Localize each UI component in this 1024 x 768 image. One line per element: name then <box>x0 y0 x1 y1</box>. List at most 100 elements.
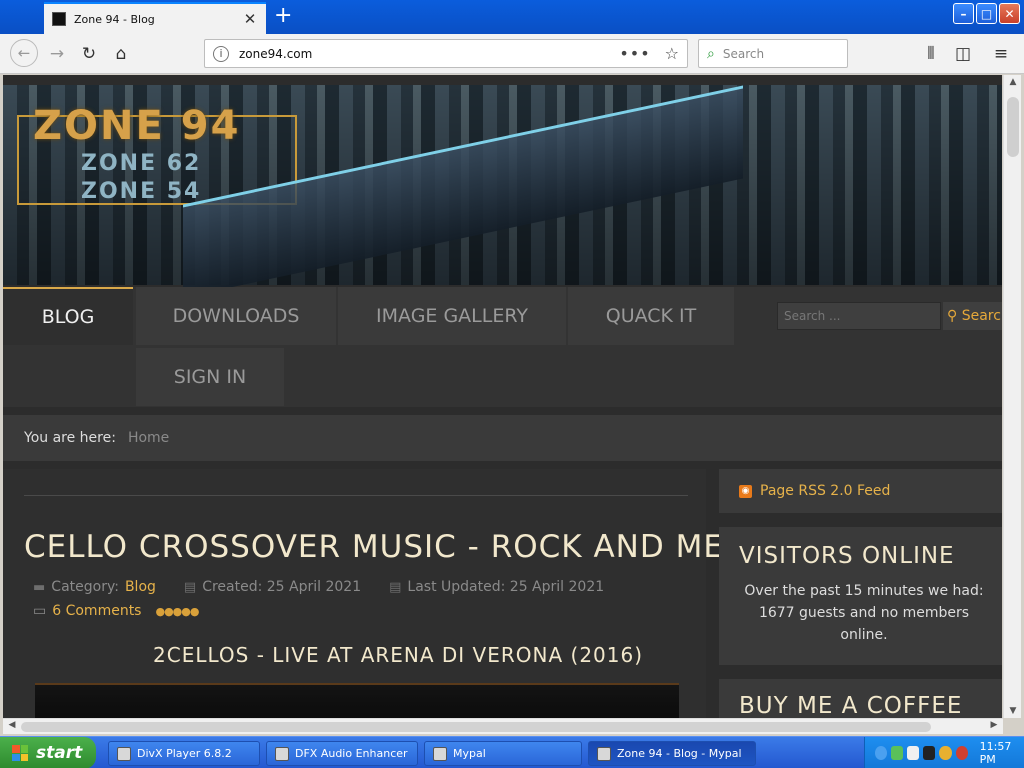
folder-icon: ▬ <box>33 579 46 595</box>
site-navigation: BLOG DOWNLOADS IMAGE GALLERY QUACK IT SI… <box>3 287 1002 407</box>
browser-tab[interactable]: Zone 94 - Blog ✕ <box>44 2 266 34</box>
windows-logo-icon <box>12 745 28 761</box>
hamburger-menu-icon[interactable]: ≡ <box>988 42 1014 66</box>
horizontal-scrollbar[interactable]: ◀ ▶ <box>3 718 1003 734</box>
tab-title: Zone 94 - Blog <box>74 12 155 26</box>
nav-item-blog[interactable]: BLOG <box>3 287 133 345</box>
tray-volume-icon[interactable] <box>955 746 968 760</box>
site-favicon-icon <box>52 12 66 26</box>
rss-label: Page RSS 2.0 Feed <box>760 483 891 499</box>
vertical-scrollbar[interactable]: ▲ ▼ <box>1003 75 1021 718</box>
window-controls: – □ ✕ <box>953 3 1020 24</box>
calendar-icon: ▤ <box>183 579 197 595</box>
scroll-left-arrow-icon[interactable]: ◀ <box>3 720 21 730</box>
tray-chevron-icon[interactable] <box>875 746 888 760</box>
logo-subtitle-2: ZONE 54 <box>81 179 202 204</box>
article-title[interactable]: CELLO CROSSOVER MUSIC - ROCK AND METAL <box>24 529 782 565</box>
task-label: DFX Audio Enhancer <box>295 747 408 760</box>
site-search-button-label: Search <box>961 308 1002 324</box>
task-divx-player[interactable]: DivX Player 6.8.2 <box>108 741 260 766</box>
mypal-active-icon <box>597 746 611 761</box>
coffee-title: BUY ME A COFFEE <box>739 693 963 718</box>
dfx-icon <box>275 746 289 761</box>
article-meta-secondary: ▭ 6 Comments ●●●●● <box>33 603 199 619</box>
tray-app-icon[interactable] <box>907 746 920 760</box>
address-bar[interactable]: i zone94.com ••• ☆ <box>204 39 688 68</box>
task-mypal[interactable]: Mypal <box>424 741 582 766</box>
site-search-button[interactable]: ⚲ Search <box>943 302 1002 330</box>
page-actions-icon[interactable]: ••• <box>619 44 650 63</box>
site-search-input[interactable] <box>777 302 941 330</box>
maximize-button[interactable]: □ <box>976 3 997 24</box>
comment-icon: ▭ <box>33 603 47 619</box>
system-clock[interactable]: 11:57 PM <box>980 740 1024 766</box>
mypal-icon <box>433 746 447 761</box>
sidebar-toggle-icon[interactable]: ◫ <box>950 42 976 66</box>
browser-toolbar: ← → ↻ ⌂ i zone94.com ••• ☆ ⌕ ⫴ ◫ ≡ <box>0 34 1024 74</box>
url-text[interactable]: zone94.com <box>239 47 619 61</box>
start-button[interactable]: start <box>0 737 96 768</box>
vertical-scroll-thumb[interactable] <box>1007 97 1019 157</box>
browser-search-box[interactable]: ⌕ <box>698 39 848 68</box>
visitors-online-module: VISITORS ONLINE Over the past 15 minutes… <box>719 527 1002 665</box>
updated-date: Last Updated: 25 April 2021 <box>407 579 605 595</box>
visitors-text: Over the past 15 minutes we had: 1677 gu… <box>744 583 984 643</box>
task-label: Mypal <box>453 747 486 760</box>
bookmark-star-icon[interactable]: ☆ <box>665 44 679 63</box>
content-divider <box>24 495 688 496</box>
comments-link[interactable]: 6 Comments <box>52 603 141 619</box>
tray-network-icon[interactable] <box>891 746 904 760</box>
site-banner-image: ZONE 94 ZONE 62 ZONE 54 <box>3 85 1002 285</box>
rating-stars[interactable]: ●●●●● <box>155 605 199 618</box>
article-main: CELLO CROSSOVER MUSIC - ROCK AND METAL ▬… <box>3 469 781 718</box>
breadcrumb-home-link[interactable]: Home <box>128 430 169 446</box>
category-link[interactable]: Blog <box>125 579 156 595</box>
back-arrow-icon[interactable]: ← <box>10 39 38 67</box>
reload-icon[interactable]: ↻ <box>76 42 102 66</box>
tray-shield-icon[interactable] <box>939 746 952 760</box>
scroll-right-arrow-icon[interactable]: ▶ <box>985 720 1003 730</box>
forward-arrow-icon[interactable]: → <box>44 42 70 66</box>
task-label: DivX Player 6.8.2 <box>137 747 232 760</box>
breadcrumb-label: You are here: <box>24 430 116 446</box>
site-logo[interactable]: ZONE 94 <box>33 103 240 149</box>
browser-search-input[interactable] <box>722 46 823 61</box>
logo-subtitle-1: ZONE 62 <box>81 151 202 176</box>
home-icon[interactable]: ⌂ <box>108 42 134 66</box>
rss-icon: ◉ <box>739 484 752 498</box>
breadcrumb: You are here: Home <box>3 415 1002 461</box>
new-tab-plus-icon[interactable]: + <box>274 4 292 28</box>
nav-item-quack-it[interactable]: QUACK IT <box>568 287 734 345</box>
minimize-button[interactable]: – <box>953 3 974 24</box>
article-meta: ▬ Category: Blog ▤ Created: 25 April 202… <box>33 579 604 595</box>
scroll-up-arrow-icon[interactable]: ▲ <box>1004 77 1022 87</box>
rss-feed-link[interactable]: ◉ Page RSS 2.0 Feed <box>719 469 1002 513</box>
close-window-button[interactable]: ✕ <box>999 3 1020 24</box>
site-info-icon[interactable]: i <box>213 45 229 62</box>
task-label: Zone 94 - Blog - Mypal <box>617 747 742 760</box>
created-date: Created: 25 April 2021 <box>202 579 362 595</box>
system-tray: 11:57 PM <box>864 737 1024 768</box>
buy-coffee-module: BUY ME A COFFEE <box>719 679 1002 718</box>
page-viewport: ZONE 94 ZONE 62 ZONE 54 BLOG DOWNLOADS I… <box>3 75 1002 718</box>
nav-item-sign-in[interactable]: SIGN IN <box>136 348 284 406</box>
task-zone94-mypal[interactable]: Zone 94 - Blog - Mypal <box>588 741 756 766</box>
browser-titlebar: Zone 94 - Blog ✕ + – □ ✕ <box>0 0 1024 34</box>
tab-close-icon[interactable]: ✕ <box>242 10 258 28</box>
start-label: start <box>36 743 83 763</box>
video-embed[interactable] <box>35 683 679 718</box>
tray-checker-icon[interactable] <box>923 746 936 760</box>
magnifier-icon: ⚲ <box>947 308 962 324</box>
category-label: Category: <box>51 579 119 595</box>
nav-item-image-gallery[interactable]: IMAGE GALLERY <box>338 287 566 345</box>
visitors-title: VISITORS ONLINE <box>739 543 955 569</box>
windows-taskbar: start DivX Player 6.8.2 DFX Audio Enhanc… <box>0 736 1024 768</box>
calendar-updated-icon: ▤ <box>389 579 402 595</box>
task-dfx-audio[interactable]: DFX Audio Enhancer <box>266 741 418 766</box>
library-icon[interactable]: ⫴ <box>918 42 944 66</box>
scroll-down-arrow-icon[interactable]: ▼ <box>1004 706 1022 716</box>
search-engine-icon: ⌕ <box>707 45 715 62</box>
nav-item-downloads[interactable]: DOWNLOADS <box>136 287 336 345</box>
horizontal-scroll-thumb[interactable] <box>21 722 931 732</box>
divx-icon <box>117 746 131 761</box>
